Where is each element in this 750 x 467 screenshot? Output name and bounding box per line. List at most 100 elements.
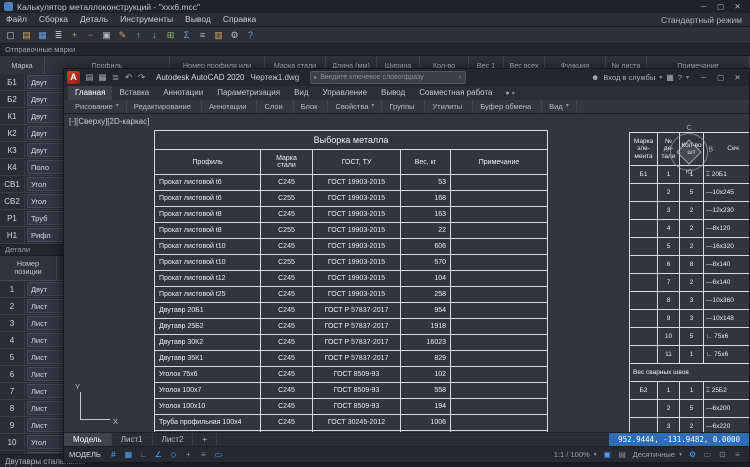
viewcube[interactable]: С В Ю [667, 125, 713, 176]
ortho-icon[interactable]: ∟ [137, 449, 150, 461]
grid-icon[interactable]: # [107, 449, 120, 461]
mark-label[interactable]: К1 [0, 108, 25, 124]
ribbon-panel[interactable]: Утилиты [425, 100, 474, 113]
redo-icon[interactable]: ↷ [135, 72, 148, 83]
save-icon[interactable]: ▦ [96, 72, 109, 83]
position-number[interactable]: 3 [0, 315, 25, 331]
layout-tab[interactable]: Лист1 [112, 433, 153, 446]
position-number[interactable]: 4 [0, 332, 25, 348]
menu-item[interactable]: Инструменты [114, 13, 179, 26]
snap-tracking-icon[interactable]: + [182, 449, 195, 461]
drawing-viewport[interactable]: [-][Сверху][2D-каркас] Выборка металла П… [64, 114, 749, 432]
column-header-position[interactable]: Номер позиции [0, 256, 57, 280]
acad-minimize-button[interactable]: ─ [695, 69, 712, 86]
menu-item[interactable]: Сборка [33, 13, 74, 26]
ribbon-panel[interactable]: Редактирование [127, 100, 202, 113]
annotation-monitor-icon[interactable]: ▭ [701, 449, 714, 461]
position-number[interactable]: 9 [0, 417, 25, 433]
ribbon-panel[interactable]: Свойства ▾ [328, 100, 383, 113]
layout-tab[interactable]: Лист2 [153, 433, 194, 446]
ribbon-tab[interactable]: Совместная работа [412, 86, 499, 100]
viewcube-south-label[interactable]: Ю [685, 169, 692, 176]
help-search-input[interactable]: ▸ Введите ключевое слово/фразу ⌕ [310, 71, 467, 84]
position-number[interactable]: 5 [0, 349, 25, 365]
chevron-down-icon[interactable]: ▾ [659, 74, 662, 81]
move-up-icon[interactable]: ↑ [131, 29, 146, 42]
save-icon[interactable]: ▦ [35, 29, 50, 42]
mark-label[interactable]: К3 [0, 142, 25, 158]
chevron-down-icon[interactable]: ▾ [512, 90, 515, 97]
acad-close-button[interactable]: ✕ [729, 69, 746, 86]
sum-icon[interactable]: Σ [179, 29, 194, 42]
ribbon-panel[interactable]: Буфер обмена [473, 100, 543, 113]
customization-icon[interactable]: ≡ [731, 449, 744, 461]
position-number[interactable]: 1 [0, 281, 25, 297]
annotation-autoscale-icon[interactable]: ▤ [616, 449, 629, 461]
ribbon-tab[interactable]: Управление [316, 86, 374, 100]
table-icon[interactable]: ⊞ [163, 29, 178, 42]
help-menu[interactable]: ? [678, 73, 682, 82]
annotation-scale-value[interactable]: 1:1 / 100% [554, 450, 590, 459]
menu-item[interactable]: Справка [217, 13, 262, 26]
add-mark-icon[interactable]: + [67, 29, 82, 42]
mark-label[interactable]: Б2 [0, 91, 25, 107]
apps-icon[interactable]: ▦ [666, 73, 674, 82]
ribbon-tab[interactable]: Вывод [374, 86, 412, 100]
print-icon[interactable]: ≣ [51, 29, 66, 42]
app-maximize-button[interactable]: ▢ [712, 0, 729, 13]
mark-label[interactable]: К2 [0, 125, 25, 141]
chart-icon[interactable]: ▥ [211, 29, 226, 42]
autocad-logo-icon[interactable]: A [67, 71, 80, 84]
mark-label[interactable]: Р1 [0, 210, 25, 226]
menu-item[interactable]: Вывод [179, 13, 217, 26]
open-folder-icon[interactable]: ▤ [19, 29, 34, 42]
open-file-icon[interactable]: ▤ [83, 72, 96, 83]
ribbon-tab[interactable]: Вид [287, 86, 315, 100]
mark-label[interactable]: К4 [0, 159, 25, 175]
position-number[interactable]: 6 [0, 366, 25, 382]
acad-maximize-button[interactable]: ▢ [712, 69, 729, 86]
ribbon-tab[interactable]: Вставка [112, 86, 156, 100]
viewcube-north-label[interactable]: С [686, 125, 691, 132]
ribbon-options-icon[interactable]: ● [505, 90, 509, 97]
help-icon[interactable]: ? [243, 29, 258, 42]
edit-icon[interactable]: ✎ [115, 29, 130, 42]
lineweight-icon[interactable]: ≡ [197, 449, 210, 461]
layout-tab[interactable]: Модель [64, 433, 112, 446]
workspace-gear-icon[interactable]: ⚙ [686, 449, 699, 461]
column-header[interactable]: Марка [0, 56, 45, 74]
menu-item[interactable]: Файл [0, 13, 33, 26]
list-icon[interactable]: ≡ [195, 29, 210, 42]
model-space-label[interactable]: МОДЕЛЬ [69, 450, 101, 459]
mark-label[interactable]: Н1 [0, 227, 25, 243]
ribbon-panel[interactable]: Вид ▾ [542, 100, 577, 113]
viewcube-east-label[interactable]: В [708, 147, 713, 154]
undo-icon[interactable]: ↶ [122, 72, 135, 83]
ribbon-tab[interactable]: Параметризация [210, 86, 287, 100]
position-number[interactable]: 2 [0, 298, 25, 314]
dynamic-input-icon[interactable]: ▭ [212, 449, 225, 461]
copy-icon[interactable]: ▣ [99, 29, 114, 42]
app-minimize-button[interactable]: ─ [695, 0, 712, 13]
mark-label[interactable]: Б1 [0, 74, 25, 90]
move-down-icon[interactable]: ↓ [147, 29, 162, 42]
ribbon-panel[interactable]: Рисование ▾ [68, 100, 127, 113]
mark-label[interactable]: СВ1 [0, 176, 25, 192]
chevron-down-icon[interactable]: ▾ [686, 74, 689, 81]
chevron-down-icon[interactable]: ▾ [679, 451, 682, 458]
clean-screen-icon[interactable]: ⊡ [716, 449, 729, 461]
ribbon-panel[interactable]: Слои [257, 100, 294, 113]
ribbon-panel[interactable]: Блок [294, 100, 329, 113]
print-icon[interactable]: ≣ [109, 72, 122, 83]
ribbon-tab[interactable]: Главная [68, 86, 113, 100]
position-number[interactable]: 8 [0, 400, 25, 416]
ribbon-panel[interactable]: Группы [382, 100, 426, 113]
delete-mark-icon[interactable]: − [83, 29, 98, 42]
menu-item[interactable]: Деталь [74, 13, 114, 26]
object-snap-icon[interactable]: ◇ [167, 449, 180, 461]
new-doc-icon[interactable]: ▢ [3, 29, 18, 42]
polar-tracking-icon[interactable]: ∠ [152, 449, 165, 461]
search-icon[interactable]: ⌕ [458, 74, 462, 82]
units-value[interactable]: Десятичные [633, 450, 675, 459]
layout-tab[interactable]: + [193, 433, 218, 446]
